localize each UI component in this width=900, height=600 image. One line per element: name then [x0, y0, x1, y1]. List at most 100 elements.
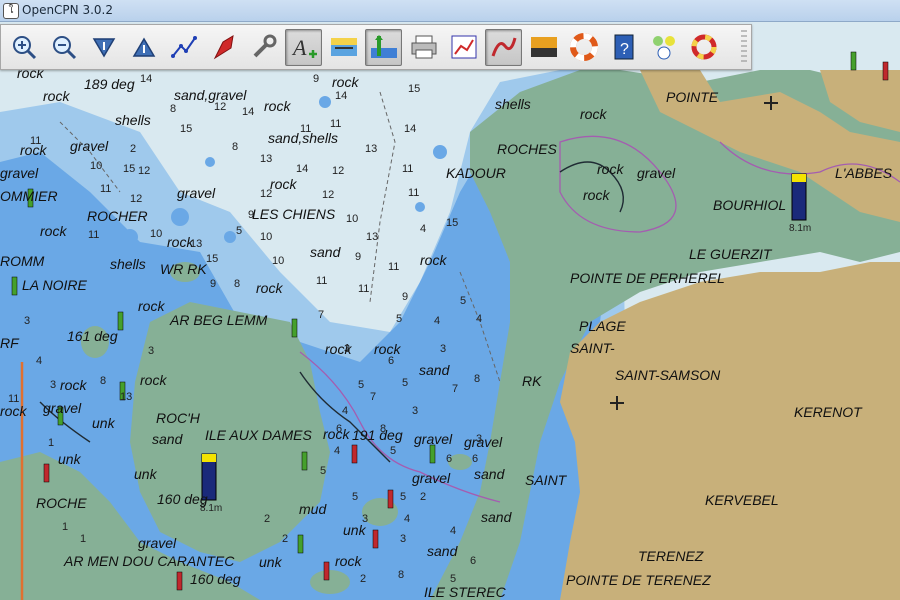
sounding: 14 [296, 163, 308, 175]
auto-follow-icon [213, 35, 234, 60]
place-name: ROCHER [87, 208, 148, 224]
seabed-label: 160 deg [190, 571, 241, 587]
sounding: 4 [342, 405, 348, 417]
sounding: 2 [420, 491, 426, 503]
seabed-label: unk [259, 554, 283, 570]
place-name: KERVEBEL [705, 492, 779, 508]
zoom-out-icon [52, 36, 76, 60]
auto-follow-button[interactable] [205, 29, 242, 66]
place-name: ROC'H [156, 410, 201, 426]
seabed-label: gravel [637, 165, 676, 181]
seabed-label: rock [580, 106, 607, 122]
window-title: OpenCPN 3.0.2 [22, 3, 113, 17]
sounding: 4 [420, 223, 426, 235]
tide-display-button[interactable] [365, 28, 402, 66]
sounding: 5 [460, 295, 466, 307]
ais-icon [652, 36, 675, 60]
tide-level-label: 8.1m [789, 223, 811, 234]
route-manager-button[interactable] [445, 29, 482, 66]
seabed-label: rock [597, 161, 624, 177]
sounding: 6 [388, 355, 394, 367]
help-icon: ? [614, 34, 633, 60]
toolbar-grip-handle[interactable] [741, 30, 747, 64]
mob-lifebuoy-icon [569, 33, 598, 61]
seabed-label: 160 deg [157, 491, 208, 507]
help-button[interactable]: ? [605, 29, 642, 66]
place-name: OMMIER [0, 188, 58, 204]
scale-in-button[interactable] [85, 29, 122, 66]
sounding: 6 [470, 555, 476, 567]
place-name: TERENEZ [638, 548, 704, 564]
sounding: 13 [365, 143, 377, 155]
settings-button[interactable] [245, 29, 282, 66]
sounding: 2 [360, 573, 366, 585]
sounding: 3 [24, 315, 30, 327]
seabed-label: 189 deg [84, 76, 135, 92]
text-toggle-icon: A [291, 35, 317, 60]
sounding: 3 [440, 343, 446, 355]
seabed-label: gravel [138, 535, 177, 551]
sounding: 11 [88, 229, 99, 241]
sounding: 3 [400, 533, 406, 545]
sounding: 9 [248, 209, 254, 221]
seabed-label: gravel [414, 431, 453, 447]
seabed-label: sand [481, 509, 513, 525]
sounding: 6 [336, 423, 342, 435]
mob-button[interactable] [565, 29, 602, 66]
sounding: 8 [232, 141, 238, 153]
print-button[interactable] [405, 29, 442, 66]
route-icon [170, 36, 197, 58]
sounding: 8 [380, 423, 386, 435]
chart-canvas[interactable]: 8.1m 8.1m POINTE ROCHES KADOUR L'ABBES B… [0, 22, 900, 600]
sounding: 9 [210, 278, 216, 290]
sounding: 14 [242, 106, 254, 118]
sounding: 13 [366, 231, 378, 243]
place-name: AR BEG LEMM [169, 312, 268, 328]
sounding: 15 [180, 123, 192, 135]
place-name: L'ABBES [835, 165, 893, 181]
sounding: 10 [150, 228, 162, 240]
route-button[interactable] [165, 29, 202, 66]
sounding: 4 [476, 313, 482, 325]
sounding: 15 [206, 253, 218, 265]
place-name: ROMM [0, 253, 45, 269]
app-icon: ใ [3, 3, 19, 19]
sounding: 13 [260, 153, 272, 165]
seabed-label: gravel [0, 165, 39, 181]
zoom-in-icon [12, 36, 36, 60]
place-name: AR MEN DOU CARANTEC [63, 553, 235, 569]
place-name: LA NOIRE [22, 277, 87, 293]
color-scheme-button[interactable] [525, 29, 562, 66]
seabed-label: rock [0, 403, 27, 419]
track-button[interactable] [485, 28, 522, 66]
zoom-in-button[interactable] [5, 29, 42, 66]
tracking-button[interactable] [685, 29, 722, 66]
tracking-icon [691, 34, 716, 60]
sounding: 5 [358, 379, 364, 391]
scale-out-button[interactable] [125, 29, 162, 66]
seabed-label: unk [134, 466, 158, 482]
place-name: POINTE [666, 89, 719, 105]
sounding: 8 [398, 569, 404, 581]
sounding: 14 [140, 73, 152, 85]
sounding: 14 [335, 90, 347, 102]
place-name: KADOUR [446, 165, 506, 181]
seabed-label: gravel [412, 470, 451, 486]
zoom-out-button[interactable] [45, 29, 82, 66]
sounding: 10 [346, 213, 358, 225]
place-name: WR RK [160, 261, 207, 277]
sounding: 1 [48, 437, 54, 449]
seabed-label: shells [110, 256, 146, 272]
ais-button[interactable] [645, 29, 682, 66]
current-display-button[interactable] [325, 29, 362, 66]
sounding: 13 [120, 391, 132, 403]
sounding: 3 [362, 513, 368, 525]
sounding: 15 [123, 163, 135, 175]
sounding: 15 [408, 83, 420, 95]
sounding: 5 [396, 313, 402, 325]
place-name: POINTE DE PERHEREL [570, 270, 725, 286]
scale-out-icon [132, 37, 155, 57]
seabed-label: unk [92, 415, 116, 431]
sounding: 11 [316, 275, 327, 287]
text-toggle-button[interactable]: A [285, 28, 322, 66]
